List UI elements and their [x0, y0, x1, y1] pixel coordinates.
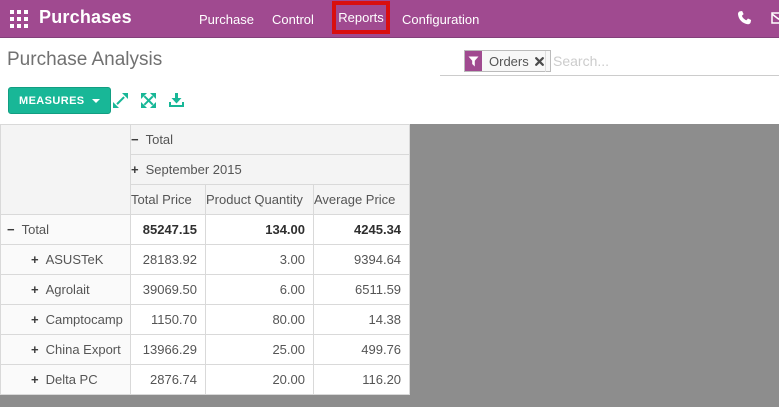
cell-value: 28183.92	[131, 245, 206, 275]
table-row-delta-pc: + Delta PC 2876.74 20.00 116.20	[1, 365, 410, 395]
expand-icon[interactable]: +	[31, 252, 39, 267]
table-row-camptocamp: + Camptocamp 1150.70 80.00 14.38	[1, 305, 410, 335]
measures-button[interactable]: MEASURES	[8, 87, 111, 114]
app-title[interactable]: Purchases	[39, 7, 132, 28]
cell-value: 39069.50	[131, 275, 206, 305]
facet-label: Orders	[482, 51, 535, 71]
col-group-total[interactable]: −Total	[131, 125, 410, 155]
row-header-camptocamp[interactable]: + Camptocamp	[1, 305, 131, 335]
cell-value: 13966.29	[131, 335, 206, 365]
control-panel: Purchase Analysis Orders MEASURES	[0, 38, 779, 124]
menu-control[interactable]: Control	[272, 12, 314, 27]
row-label: Total	[22, 222, 49, 237]
col-group-september-2015-label: September 2015	[146, 162, 242, 177]
cell-value: 134.00	[206, 215, 314, 245]
expand-icon[interactable]: +	[31, 282, 39, 297]
pivot-table-container: −Total +September 2015 Total Price Produ…	[0, 124, 410, 395]
expand-icon[interactable]: +	[31, 312, 39, 327]
menu-purchase[interactable]: Purchase	[199, 12, 254, 27]
row-label: China Export	[46, 342, 121, 357]
phone-icon[interactable]	[736, 10, 752, 26]
cell-value: 9394.64	[314, 245, 410, 275]
table-row-asustek: + ASUSTeK 28183.92 3.00 9394.64	[1, 245, 410, 275]
expand-icon[interactable]: +	[31, 342, 39, 357]
search-underline	[440, 75, 779, 76]
row-label: Camptocamp	[46, 312, 123, 327]
pivot-table: −Total +September 2015 Total Price Produ…	[0, 124, 410, 395]
pivot-corner-cell	[1, 125, 131, 215]
measure-header-average-price[interactable]: Average Price	[314, 185, 410, 215]
envelope-icon[interactable]	[771, 11, 779, 23]
filter-icon	[465, 51, 482, 71]
row-header-china-export[interactable]: + China Export	[1, 335, 131, 365]
cell-value: 20.00	[206, 365, 314, 395]
search-input[interactable]	[553, 51, 763, 71]
cell-value: 1150.70	[131, 305, 206, 335]
row-header-total[interactable]: −Total	[1, 215, 131, 245]
reports-highlight-box: Reports	[332, 1, 390, 34]
cell-value: 2876.74	[131, 365, 206, 395]
cell-value: 25.00	[206, 335, 314, 365]
row-header-asustek[interactable]: + ASUSTeK	[1, 245, 131, 275]
measure-header-total-price[interactable]: Total Price	[131, 185, 206, 215]
cell-value: 80.00	[206, 305, 314, 335]
page-title: Purchase Analysis	[7, 49, 162, 71]
collapse-icon[interactable]: −	[131, 132, 139, 147]
collapse-icon[interactable]: −	[7, 222, 15, 237]
cell-value: 116.20	[314, 365, 410, 395]
table-row-china-export: + China Export 13966.29 25.00 499.76	[1, 335, 410, 365]
row-label: Delta PC	[46, 372, 98, 387]
screen: Purchases Purchase Control Reports Confi…	[0, 0, 779, 407]
cell-value: 4245.34	[314, 215, 410, 245]
table-row-total: −Total 85247.15 134.00 4245.34	[1, 215, 410, 245]
col-group-total-label: Total	[146, 132, 173, 147]
download-icon-button[interactable]	[168, 92, 185, 109]
caret-down-icon	[92, 99, 100, 103]
cell-value: 14.38	[314, 305, 410, 335]
search-input-divider	[545, 51, 546, 72]
cell-value: 6511.59	[314, 275, 410, 305]
row-label: Agrolait	[46, 282, 90, 297]
flip-axis-icon-button[interactable]	[112, 92, 129, 109]
measures-button-label: MEASURES	[19, 95, 85, 107]
expand-icon[interactable]: +	[131, 162, 139, 177]
row-header-agrolait[interactable]: + Agrolait	[1, 275, 131, 305]
cell-value: 499.76	[314, 335, 410, 365]
measure-header-product-quantity[interactable]: Product Quantity	[206, 185, 314, 215]
expand-icon[interactable]: +	[31, 372, 39, 387]
search-facet-orders[interactable]: Orders	[464, 50, 551, 72]
expand-all-icon-button[interactable]	[140, 92, 157, 109]
cell-value: 3.00	[206, 245, 314, 275]
cell-value: 6.00	[206, 275, 314, 305]
table-row-agrolait: + Agrolait 39069.50 6.00 6511.59	[1, 275, 410, 305]
row-label: ASUSTeK	[46, 252, 104, 267]
menu-configuration[interactable]: Configuration	[402, 12, 479, 27]
top-navbar: Purchases Purchase Control Reports Confi…	[0, 0, 779, 38]
apps-grid-icon[interactable]	[10, 10, 28, 28]
facet-remove-icon[interactable]	[535, 51, 550, 71]
cell-value: 85247.15	[131, 215, 206, 245]
col-group-september-2015[interactable]: + September 2015	[131, 155, 410, 185]
menu-reports[interactable]: Reports	[338, 10, 384, 25]
row-header-delta-pc[interactable]: + Delta PC	[1, 365, 131, 395]
